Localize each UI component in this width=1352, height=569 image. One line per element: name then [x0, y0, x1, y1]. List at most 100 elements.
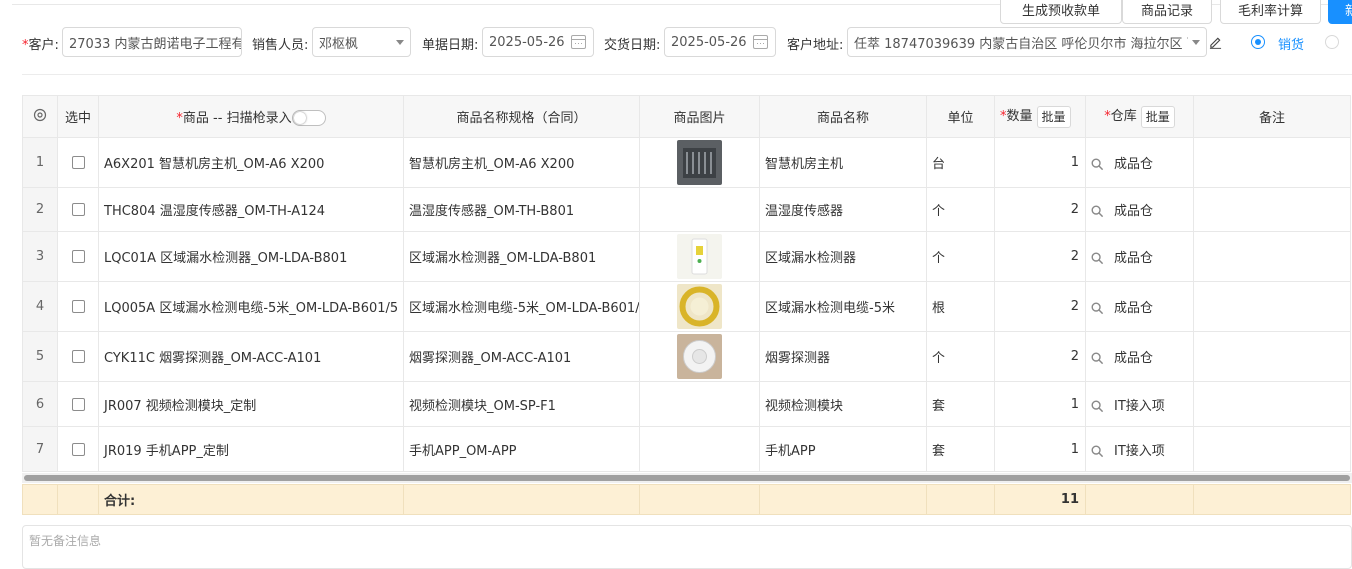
warehouse-value: IT接入项 — [1114, 398, 1165, 414]
row-checkbox[interactable] — [71, 300, 85, 313]
table-row[interactable]: 4 LQ005A 区域漏水检测电缆-5米_OM-LDA-B601/5 区域漏水检测电… — [22, 281, 1351, 332]
row-index: 3 — [22, 231, 58, 282]
row-checkbox[interactable] — [71, 442, 85, 456]
batch-qty-button[interactable]: 批量 — [1036, 105, 1071, 128]
qty-cell[interactable]: 1 — [994, 426, 1086, 472]
row-checkbox[interactable] — [71, 156, 85, 169]
spec-cell[interactable]: 区域漏水检测电缆-5米_OM-LDA-B601/5 — [403, 281, 640, 332]
spec-cell[interactable]: 手机APP_OM-APP — [403, 426, 640, 472]
qty-cell[interactable]: 2 — [994, 331, 1086, 382]
table-row[interactable]: 6 JR007 视频检测模块_定制 视频检测模块_OM-SP-F1 视频检测模块套 1 I… — [22, 381, 1351, 427]
table-row[interactable]: 1 A6X201 智慧机房主机_OM-A6 X200 智慧机房主机_OM-A6 X2… — [22, 137, 1351, 188]
new-button[interactable]: 新 — [1328, 0, 1352, 24]
spec-cell[interactable]: 智慧机房主机_OM-A6 X200 — [403, 137, 640, 188]
remark-cell[interactable] — [1193, 231, 1351, 282]
product-cell[interactable]: CYK11C 烟雾探测器_OM-ACC-A101 — [98, 331, 404, 382]
warehouse-value: IT接入项 — [1114, 443, 1165, 459]
scanner-toggle[interactable] — [291, 110, 326, 127]
search-icon[interactable] — [1091, 158, 1104, 171]
radio-return[interactable] — [1325, 35, 1339, 49]
product-records-button[interactable]: 商品记录 — [1122, 0, 1212, 24]
product-cell[interactable]: LQ005A 区域漏水检测电缆-5米_OM-LDA-B601/5 — [98, 281, 404, 332]
row-checkbox[interactable] — [71, 203, 85, 216]
product-cell[interactable]: A6X201 智慧机房主机_OM-A6 X200 — [98, 137, 404, 188]
order-date-value: 2025-05-26 — [489, 34, 565, 50]
qty-cell[interactable]: 1 — [994, 137, 1086, 188]
qty-cell[interactable]: 1 — [994, 381, 1086, 427]
settings-icon[interactable] — [33, 108, 47, 122]
search-icon[interactable] — [1091, 252, 1104, 265]
row-checkbox[interactable] — [71, 397, 85, 411]
qty-cell[interactable]: 2 — [994, 231, 1086, 282]
warehouse-cell[interactable]: IT接入项 — [1085, 426, 1194, 472]
product-cell[interactable]: LQC01A 区域漏水检测器_OM-LDA-B801 — [98, 231, 404, 282]
product-cell[interactable]: JR019 手机APP_定制 — [98, 426, 404, 472]
search-icon[interactable] — [1091, 400, 1104, 413]
radio-sale[interactable] — [1251, 35, 1265, 49]
column-settings-header[interactable] — [22, 95, 58, 138]
table-row[interactable]: 2 THC804 温湿度传感器_OM-TH-A124 温湿度传感器_OM-TH-B8… — [22, 187, 1351, 232]
salesperson-select[interactable]: 邓枢枫 — [312, 27, 411, 57]
edit-address-icon[interactable] — [1209, 36, 1222, 49]
remark-cell[interactable] — [1193, 281, 1351, 332]
search-icon[interactable] — [1091, 205, 1104, 218]
row-checkbox[interactable] — [71, 350, 85, 363]
spec-cell[interactable]: 温湿度传感器_OM-TH-B801 — [403, 187, 640, 232]
search-icon[interactable] — [1091, 352, 1104, 365]
spec-cell[interactable]: 区域漏水检测器_OM-LDA-B801 — [403, 231, 640, 282]
row-select-cell — [57, 281, 99, 332]
order-date-picker[interactable]: 2025-05-26 — [482, 27, 594, 57]
name-cell: 区域漏水检测电缆-5米 — [759, 281, 927, 332]
row-checkbox[interactable] — [71, 250, 85, 263]
gross-margin-button[interactable]: 毛利率计算 — [1220, 0, 1321, 24]
product-cell[interactable]: THC804 温湿度传感器_OM-TH-A124 — [98, 187, 404, 232]
row-index: 1 — [22, 137, 58, 188]
warehouse-cell[interactable]: 成品仓 — [1085, 331, 1194, 382]
salesperson-value: 邓枢枫 — [319, 36, 359, 52]
warehouse-cell[interactable]: 成品仓 — [1085, 231, 1194, 282]
spec-cell[interactable]: 视频检测模块_OM-SP-F1 — [403, 381, 640, 427]
address-select[interactable]: 任萃 18747039639 内蒙古自治区 呼伦贝尔市 海拉尔区 西山广场 — [847, 27, 1207, 57]
salesperson-label: 销售人员: — [252, 38, 309, 53]
warehouse-cell[interactable]: 成品仓 — [1085, 281, 1194, 332]
batch-warehouse-button[interactable]: 批量 — [1140, 105, 1175, 128]
unit-cell: 个 — [926, 231, 995, 282]
name-cell: 智慧机房主机 — [759, 137, 927, 188]
horizontal-scrollbar[interactable] — [22, 473, 1352, 483]
search-icon[interactable] — [1091, 302, 1104, 315]
remark-cell[interactable] — [1193, 381, 1351, 427]
header-spec: 商品名称规格（合同） — [403, 95, 640, 138]
spec-cell[interactable]: 烟雾探测器_OM-ACC-A101 — [403, 331, 640, 382]
scrollbar-thumb[interactable] — [24, 475, 1350, 481]
qty-cell[interactable]: 2 — [994, 281, 1086, 332]
product-image — [677, 284, 722, 329]
remark-cell[interactable] — [1193, 331, 1351, 382]
warehouse-cell[interactable]: IT接入项 — [1085, 381, 1194, 427]
image-cell — [639, 187, 760, 232]
delivery-date-picker[interactable]: 2025-05-26 — [664, 27, 776, 57]
search-icon[interactable] — [1091, 445, 1104, 458]
image-cell — [639, 331, 760, 382]
remark-cell[interactable] — [1193, 137, 1351, 188]
address-value: 任萃 18747039639 内蒙古自治区 呼伦贝尔市 海拉尔区 西山广场 — [854, 36, 1188, 52]
generate-prepayment-button[interactable]: 生成预收款单 — [1000, 0, 1122, 24]
delivery-date-value: 2025-05-26 — [671, 34, 747, 50]
total-label: 合计: — [98, 484, 404, 515]
product-cell[interactable]: JR007 视频检测模块_定制 — [98, 381, 404, 427]
warehouse-cell[interactable]: 成品仓 — [1085, 137, 1194, 188]
table-row[interactable]: 7 JR019 手机APP_定制 手机APP_OM-APP 手机APP 套 1 IT接入项 — [22, 426, 1351, 472]
chevron-down-icon — [1192, 40, 1200, 45]
remark-cell[interactable] — [1193, 187, 1351, 232]
warehouse-cell[interactable]: 成品仓 — [1085, 187, 1194, 232]
qty-cell[interactable]: 2 — [994, 187, 1086, 232]
table-row[interactable]: 5 CYK11C 烟雾探测器_OM-ACC-A101 烟雾探测器_OM-ACC-A1… — [22, 331, 1351, 382]
remark-textarea[interactable]: 暂无备注信息 — [22, 525, 1352, 569]
delivery-date-label: 交货日期: — [604, 38, 661, 53]
calendar-icon — [753, 35, 768, 49]
table-row[interactable]: 3 LQC01A 区域漏水检测器_OM-LDA-B801 区域漏水检测器_OM-LD… — [22, 231, 1351, 282]
header-image: 商品图片 — [639, 95, 760, 138]
remark-cell[interactable] — [1193, 426, 1351, 472]
customer-field[interactable]: 27033 内蒙古朗诺电子工程有限公司 — [62, 27, 242, 57]
row-select-cell — [57, 426, 99, 472]
header-name: 商品名称 — [759, 95, 927, 138]
